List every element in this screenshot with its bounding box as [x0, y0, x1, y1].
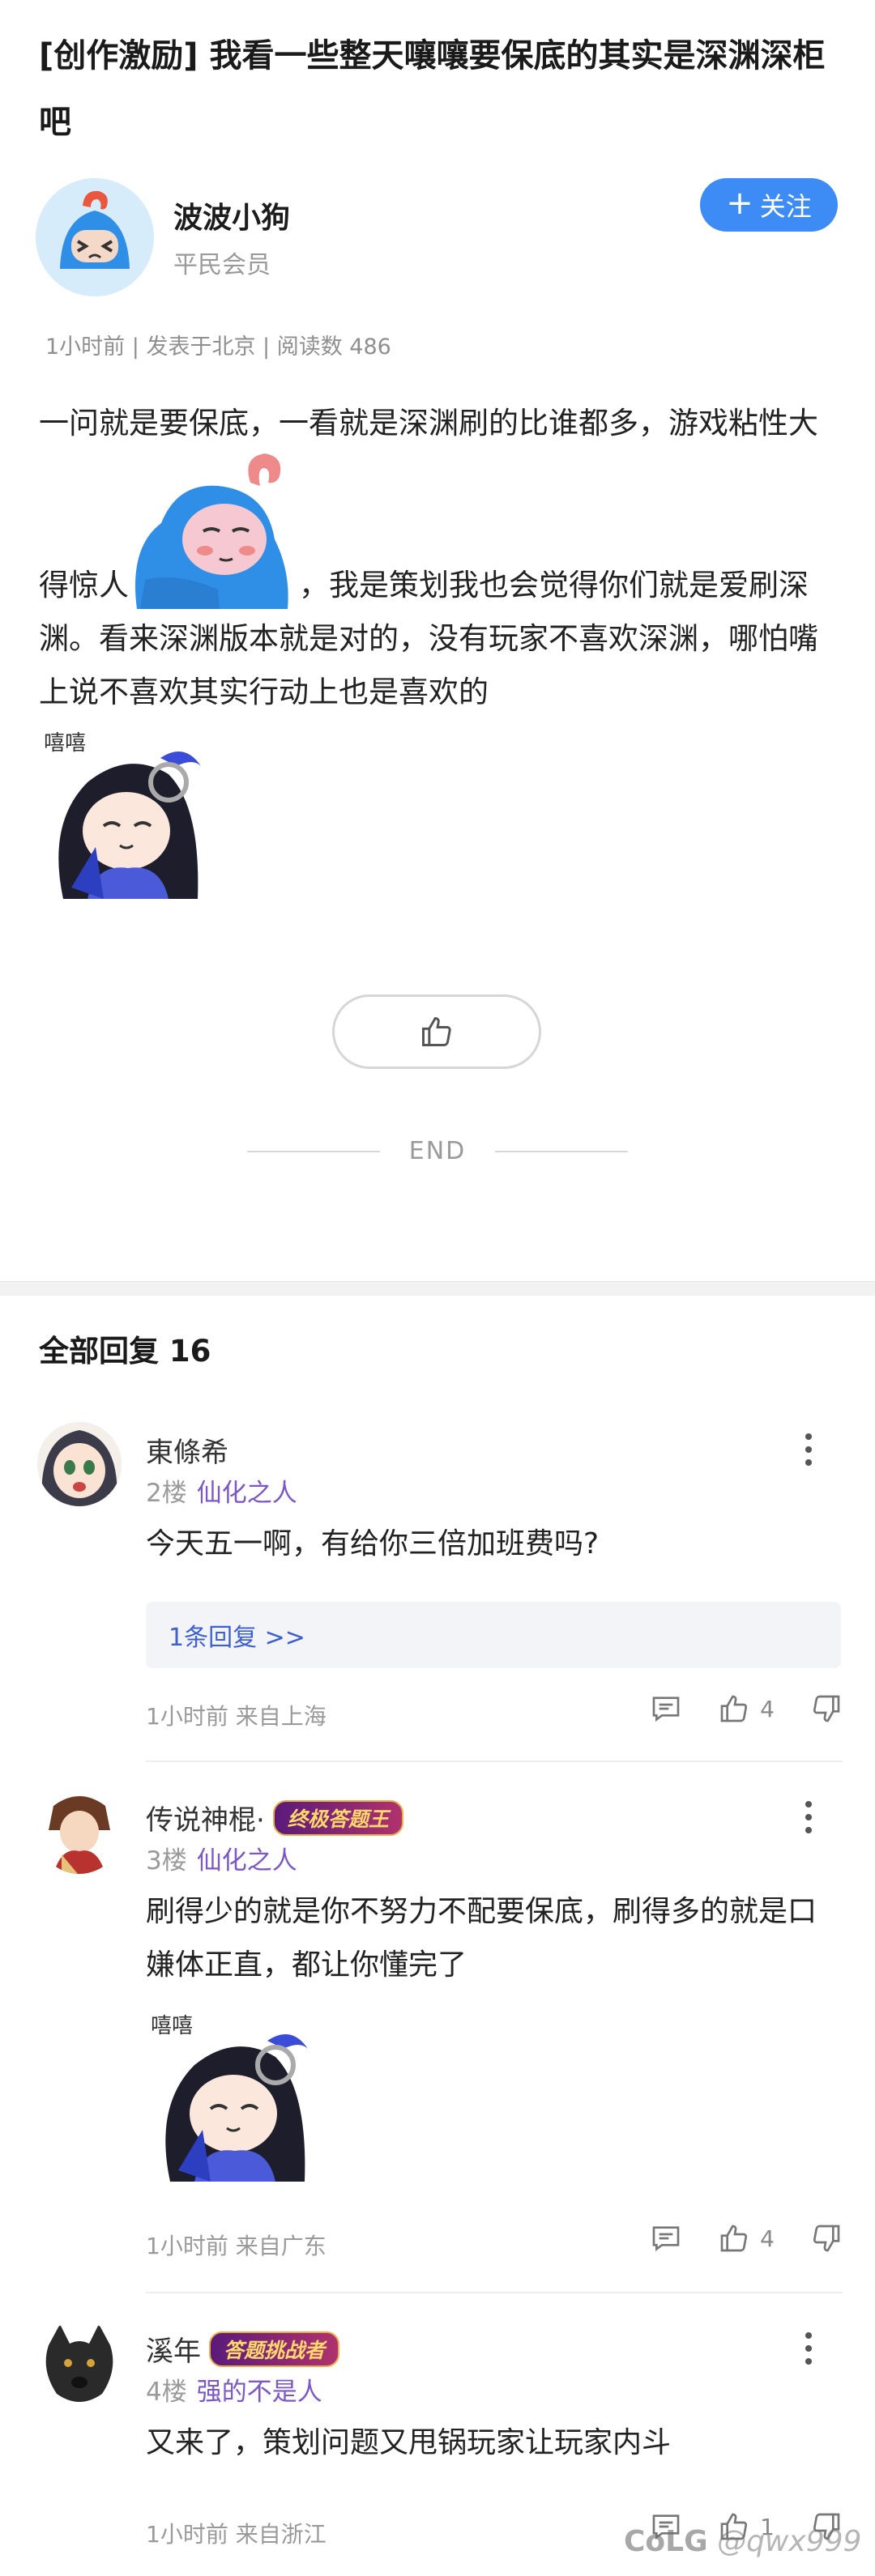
reply-actions: 4: [650, 2222, 843, 2255]
anime-girl-sticker: 嘻嘻: [39, 726, 212, 899]
more-icon[interactable]: [799, 2332, 818, 2365]
reply-like-button[interactable]: 4: [718, 2222, 775, 2255]
user-title-badge: 答题挑战者: [209, 2331, 340, 2367]
reply-level: 仙化之人: [196, 1846, 297, 1876]
end-marker: END: [0, 1137, 875, 1165]
reply-time: 1小时前 来自上海: [146, 1703, 327, 1730]
comment-button[interactable]: [650, 1692, 682, 1725]
post-meta: 1小时前 | 发表于北京 | 阅读数 486: [45, 334, 391, 360]
like-count: 4: [760, 2225, 775, 2252]
reply-text: 又来了，策划问题又甩锅玩家让玩家内斗: [146, 2426, 672, 2459]
reply-username[interactable]: 東條希: [146, 1430, 228, 1470]
comment-icon: [652, 2226, 680, 2251]
reply-time: 1小时前 来自浙江: [146, 2521, 327, 2548]
sticker-caption: 嘻嘻: [151, 2014, 193, 2038]
reply-username-text: 溪年: [146, 2335, 201, 2368]
reply-footer: 1小时前 来自上海 4: [146, 1692, 843, 1733]
reply-username-text: 传说神棍·: [146, 1804, 265, 1837]
reply-footer: 1小时前 来自广东 4: [146, 2222, 843, 2263]
reply-avatar[interactable]: [37, 1790, 122, 1874]
more-icon[interactable]: [799, 1801, 818, 1833]
post-like-button[interactable]: [332, 994, 541, 1069]
reply-actions: 4: [650, 1692, 843, 1725]
plus-icon: +: [726, 185, 753, 222]
thumb-up-icon: [720, 1695, 748, 1722]
comment-icon: [652, 1697, 680, 1722]
end-line-left: [246, 1150, 380, 1152]
watermark: CoLG @qwx999: [624, 2525, 861, 2558]
follow-button[interactable]: + 关注: [700, 178, 838, 232]
thumb-down-icon: [813, 2225, 840, 2252]
reply-dislike-button[interactable]: [810, 1692, 843, 1725]
watermark-user: @qwx999: [717, 2525, 862, 2558]
reply-dislike-button[interactable]: [810, 2222, 843, 2255]
anime-girl-sticker: 嘻嘻: [146, 2008, 319, 2182]
reply-level: 强的不是人: [196, 2378, 322, 2407]
replies-header: 全部回复 16: [39, 1326, 211, 1370]
blue-mascot-sticker: [129, 450, 299, 612]
reply-username[interactable]: 传说神棍· 终极答题王: [146, 1798, 403, 1837]
reply-separator: [146, 1761, 843, 1762]
section-divider: [0, 1281, 875, 1296]
thumb-up-icon: [720, 2225, 748, 2252]
reply-floor-line: 3楼 仙化之人: [146, 1840, 297, 1876]
thumb-down-icon: [813, 1695, 840, 1722]
reply-avatar[interactable]: [37, 2321, 122, 2405]
author-name[interactable]: 波波小狗: [173, 194, 290, 236]
reply-avatar[interactable]: [37, 1422, 122, 1506]
reply-level: 仙化之人: [196, 1479, 297, 1508]
reply-like-button[interactable]: 4: [718, 1692, 775, 1725]
watermark-logo: CoLG: [624, 2525, 708, 2558]
follow-label: 关注: [759, 191, 812, 222]
replies-label: 全部回复: [39, 1334, 159, 1369]
sticker-caption: 嘻嘻: [44, 731, 86, 756]
post-title: [创作激励] 我看一些整天嚷嚷要保底的其实是深渊深柜吧: [39, 37, 826, 141]
reply-floor-line: 4楼 强的不是人: [146, 2371, 322, 2408]
end-line-right: [495, 1150, 629, 1152]
reply-text: 今天五一啊，有给你三倍加班费吗?: [146, 1527, 600, 1561]
user-title-badge: 终极答题王: [272, 1799, 403, 1836]
more-icon[interactable]: [799, 1433, 818, 1466]
reply-floor: 4楼: [146, 2378, 187, 2407]
post-body: 一问就是要保底，一看就是深渊刷的比谁都多，游戏粘性大得惊人 ，我是策划我也会觉得…: [39, 397, 841, 899]
author-row: 波波小狗 平民会员 + 关注: [36, 178, 838, 300]
reply-time: 1小时前 来自广东: [146, 2233, 327, 2259]
author-avatar[interactable]: [36, 178, 154, 296]
like-count: 4: [760, 1695, 775, 1722]
reply-text: 刷得少的就是你不努力不配要保底，刷得多的就是口嫌体正直，都让你懂完了: [146, 1895, 817, 1982]
reply-floor-line: 2楼 仙化之人: [146, 1472, 297, 1509]
author-rank: 平民会员: [173, 251, 271, 279]
replies-count: 16: [169, 1334, 211, 1369]
view-subreplies-link[interactable]: 1条回复 >>: [146, 1602, 841, 1668]
reply-username[interactable]: 溪年 答题挑战者: [146, 2329, 340, 2369]
reply-separator: [146, 2292, 843, 2293]
thumb-up-icon: [422, 1017, 451, 1046]
end-label: END: [408, 1137, 467, 1165]
reply-username-text: 東條希: [146, 1437, 228, 1469]
comment-button[interactable]: [650, 2222, 682, 2255]
reply-floor: 3楼: [146, 1846, 187, 1876]
reply-floor: 2楼: [146, 1479, 187, 1508]
